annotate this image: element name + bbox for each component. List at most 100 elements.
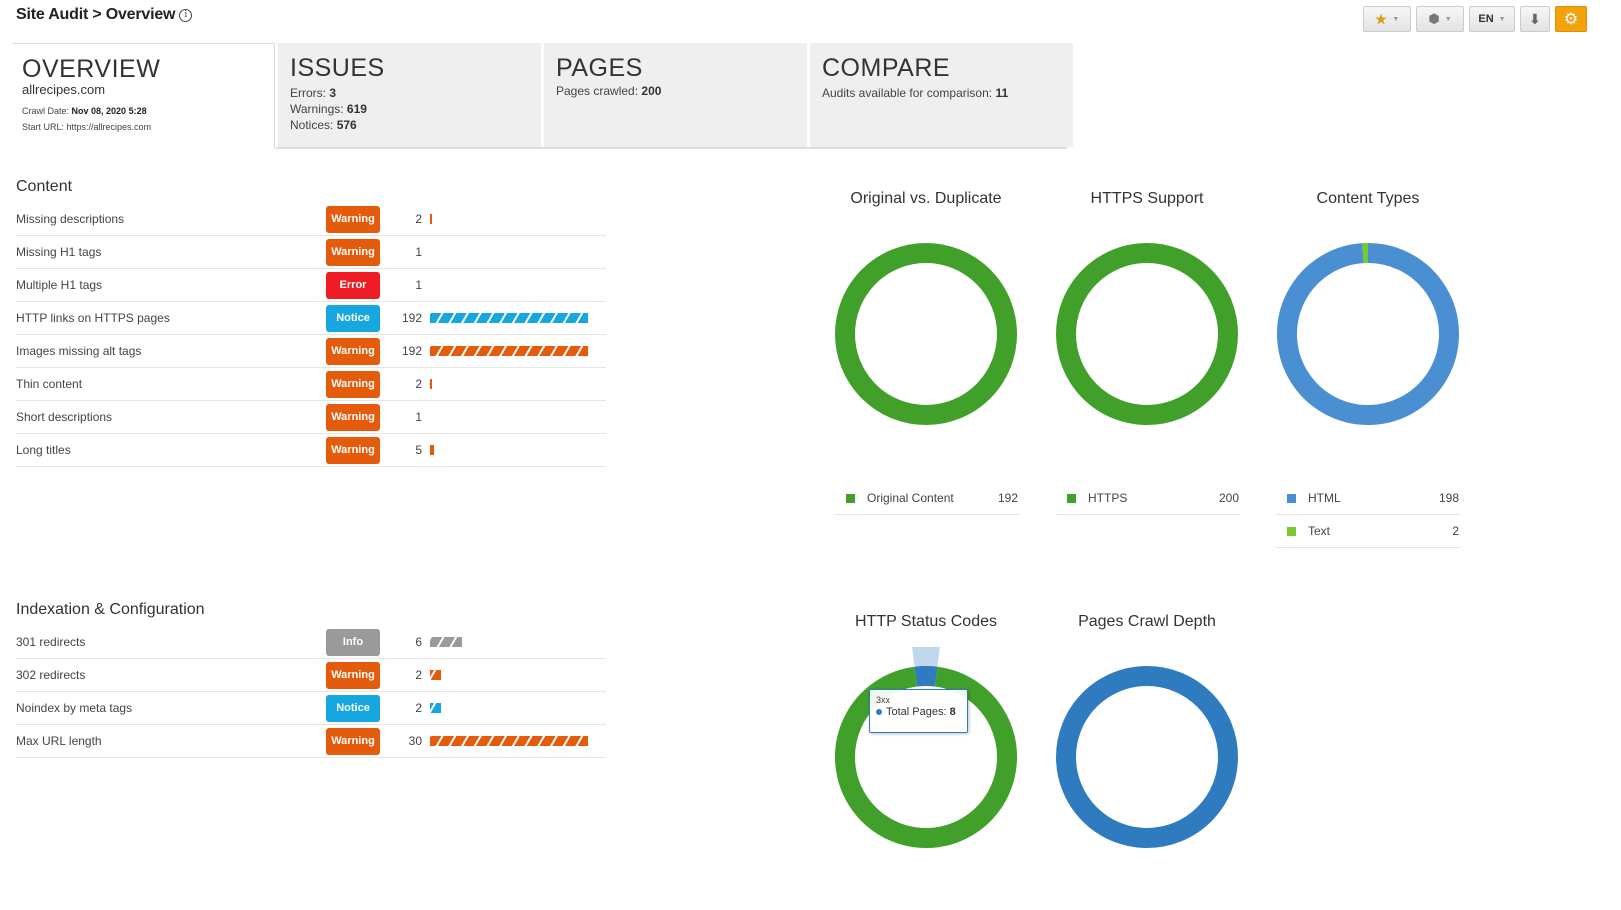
issue-count[interactable]: 2 <box>380 212 430 226</box>
issue-count[interactable]: 2 <box>380 377 430 391</box>
favorites-dropdown[interactable]: ★ ▼ <box>1363 6 1411 32</box>
section-title-indexation: Indexation & Configuration <box>16 601 205 618</box>
language-dropdown[interactable]: EN ▼ <box>1469 6 1515 32</box>
breadcrumb: Site Audit > Overview i <box>16 6 193 24</box>
crawl-date-label: Crawl Date: <box>22 106 70 116</box>
tab-overview[interactable]: OVERVIEW allrecipes.com Crawl Date: Nov … <box>12 43 275 149</box>
pages-count: 200 <box>641 84 662 98</box>
severity-badge: Warning <box>326 403 380 431</box>
tab-title: OVERVIEW <box>22 55 161 83</box>
content-issues-table: Missing descriptions Warning 2 Missing H… <box>16 203 606 467</box>
info-icon[interactable]: i <box>179 8 193 22</box>
issue-count[interactable]: 192 <box>380 311 430 325</box>
donut-slice[interactable] <box>835 243 1017 425</box>
issue-row[interactable]: Max URL length Warning 30 <box>16 725 606 758</box>
issue-row[interactable]: 302 redirects Warning 2 <box>16 659 606 692</box>
start-url-label: Start URL: <box>22 122 65 132</box>
tab-compare[interactable]: COMPARE Audits available for comparison:… <box>810 43 1073 147</box>
issue-name[interactable]: Max URL length <box>16 734 326 748</box>
legend-label: Original Content <box>867 491 954 505</box>
issue-row[interactable]: Short descriptions Warning 1 <box>16 401 606 434</box>
legend-item[interactable]: Text 2 <box>1275 515 1461 548</box>
issue-count[interactable]: 1 <box>380 278 430 292</box>
issue-name[interactable]: Multiple H1 tags <box>16 278 326 292</box>
issue-name[interactable]: Long titles <box>16 443 326 457</box>
donut-slice[interactable] <box>1277 243 1459 425</box>
tab-title: COMPARE <box>822 54 951 82</box>
issue-name[interactable]: Thin content <box>16 377 326 391</box>
issue-row[interactable]: Images missing alt tags Warning 192 <box>16 335 606 368</box>
chart-legend: Original Content 192 <box>834 482 1020 515</box>
severity-badge: Warning <box>326 205 380 233</box>
domain-name: allrecipes.com <box>22 82 106 97</box>
issue-row[interactable]: Thin content Warning 2 <box>16 368 606 401</box>
pages-summary: Pages crawled: 200 <box>556 83 795 99</box>
issue-row[interactable]: Missing descriptions Warning 2 <box>16 203 606 236</box>
severity-badge: Warning <box>326 238 380 266</box>
issue-bar-track <box>430 670 600 680</box>
issue-bar <box>430 670 441 680</box>
start-url-value: https://allrecipes.com <box>66 122 152 132</box>
severity-badge: Warning <box>326 436 380 464</box>
legend-item[interactable]: HTTPS 200 <box>1055 482 1241 515</box>
issue-name[interactable]: 301 redirects <box>16 635 326 649</box>
issue-count[interactable]: 2 <box>380 668 430 682</box>
donut-slice[interactable] <box>914 666 938 687</box>
star-icon: ★ <box>1374 10 1388 27</box>
issue-name[interactable]: Short descriptions <box>16 410 326 424</box>
severity-badge: Warning <box>326 727 380 755</box>
legend-value: 200 <box>1218 491 1239 505</box>
issue-row[interactable]: Multiple H1 tags Error 1 <box>16 269 606 302</box>
donut-chart <box>1056 243 1238 425</box>
issue-name[interactable]: Images missing alt tags <box>16 344 326 358</box>
issue-name[interactable]: HTTP links on HTTPS pages <box>16 311 326 325</box>
issue-name[interactable]: 302 redirects <box>16 668 326 682</box>
issue-count[interactable]: 6 <box>380 635 430 649</box>
breadcrumb-text: Site Audit > Overview <box>16 6 176 23</box>
issue-count[interactable]: 1 <box>380 410 430 424</box>
issue-count[interactable]: 5 <box>380 443 430 457</box>
issue-row[interactable]: Noindex by meta tags Notice 2 <box>16 692 606 725</box>
donut-chart <box>1277 243 1459 425</box>
severity-badge: Info <box>326 628 380 656</box>
issue-bar <box>430 346 588 356</box>
issue-row[interactable]: Missing H1 tags Warning 1 <box>16 236 606 269</box>
tabs-divider <box>276 147 1067 149</box>
projects-dropdown[interactable]: ⬢ ▼ <box>1416 6 1464 32</box>
chevron-down-icon: ▼ <box>1392 15 1400 23</box>
report-tabs: OVERVIEW allrecipes.com Crawl Date: Nov … <box>12 43 1076 149</box>
donut-chart <box>835 647 1017 848</box>
errors-label: Errors: <box>290 86 326 100</box>
donut-slice[interactable] <box>1056 666 1238 848</box>
issue-count[interactable]: 1 <box>380 245 430 259</box>
settings-button[interactable]: ⚙ <box>1555 6 1587 32</box>
issue-bar <box>430 214 432 224</box>
legend-item[interactable]: Original Content 192 <box>834 482 1020 515</box>
issue-count[interactable]: 30 <box>380 734 430 748</box>
download-button[interactable]: ⬇ <box>1520 6 1550 32</box>
chart-title: HTTPS Support <box>1090 190 1204 207</box>
issue-row[interactable]: 301 redirects Info 6 <box>16 626 606 659</box>
tab-pages[interactable]: PAGES Pages crawled: 200 <box>544 43 807 147</box>
issue-name[interactable]: Missing descriptions <box>16 212 326 226</box>
start-url: Start URL: https://allrecipes.com <box>22 119 262 135</box>
download-icon: ⬇ <box>1529 10 1541 27</box>
tooltip-category: 3xx <box>876 695 891 705</box>
tab-issues[interactable]: ISSUES Errors: 3 Warnings: 619 Notices: … <box>278 43 541 147</box>
issue-count[interactable]: 192 <box>380 344 430 358</box>
issue-row[interactable]: Long titles Warning 5 <box>16 434 606 467</box>
issue-count[interactable]: 2 <box>380 701 430 715</box>
issue-row[interactable]: HTTP links on HTTPS pages Notice 192 <box>16 302 606 335</box>
legend-label: HTML <box>1308 491 1341 505</box>
legend-item[interactable]: HTML 198 <box>1275 482 1461 515</box>
legend-value: 192 <box>997 491 1018 505</box>
issue-bar-track <box>430 214 600 224</box>
donut-slice[interactable] <box>1056 243 1238 425</box>
issue-name[interactable]: Missing H1 tags <box>16 245 326 259</box>
warnings-label: Warnings: <box>290 102 344 116</box>
issue-bar-track <box>430 637 600 647</box>
issue-name[interactable]: Noindex by meta tags <box>16 701 326 715</box>
legend-value: 198 <box>1438 491 1459 505</box>
chart-legend: HTTPS 200 <box>1055 482 1241 515</box>
audits-count: 11 <box>995 86 1009 100</box>
